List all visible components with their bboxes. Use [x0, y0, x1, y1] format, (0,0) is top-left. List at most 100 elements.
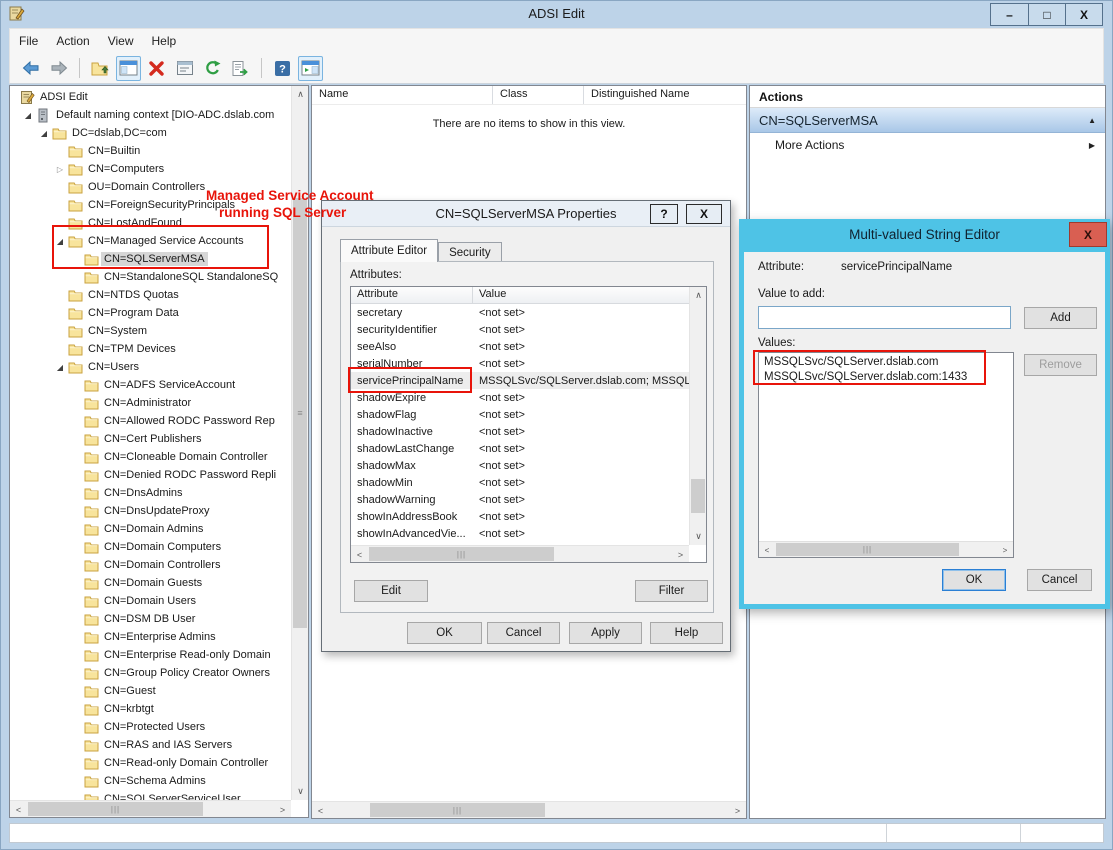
collapse-arrow-icon[interactable]: ◢ [36, 129, 52, 138]
collapse-caret-icon[interactable]: ▲ [1088, 116, 1096, 125]
tree-horizontal-scrollbar[interactable]: < ||| > [10, 800, 291, 817]
scrollbar-thumb[interactable]: ||| [370, 803, 545, 817]
collapse-arrow-icon[interactable]: ◢ [20, 111, 36, 120]
tree-item[interactable]: CN=SQLServerMSA [10, 250, 291, 268]
remove-button[interactable]: Remove [1024, 354, 1097, 376]
scroll-up-icon[interactable]: ∧ [292, 86, 309, 103]
tree-item[interactable]: CN=Denied RODC Password Repli [10, 466, 291, 484]
filter-button[interactable]: Filter [635, 580, 708, 602]
tree-item[interactable]: CN=DSM DB User [10, 610, 291, 628]
export-list-icon[interactable] [228, 56, 253, 81]
tree-item[interactable]: CN=Domain Guests [10, 574, 291, 592]
tree-item[interactable]: CN=SQLServerServiceUser [10, 790, 291, 800]
tree-item[interactable]: CN=Domain Admins [10, 520, 291, 538]
close-button[interactable]: X [1065, 4, 1102, 25]
tree-item[interactable]: CN=krbtgt [10, 700, 291, 718]
actions-group-bar[interactable]: CN=SQLServerMSA ▲ [750, 108, 1105, 133]
tree-item[interactable]: CN=System [10, 322, 291, 340]
tree-item[interactable]: CN=Domain Computers [10, 538, 291, 556]
scroll-down-icon[interactable]: ∨ [292, 783, 309, 800]
tree-item[interactable]: CN=Enterprise Read-only Domain [10, 646, 291, 664]
values-horizontal-scrollbar[interactable]: < ||| > [759, 541, 1013, 557]
scroll-left-icon[interactable]: < [759, 542, 775, 558]
forward-arrow-icon[interactable] [46, 56, 71, 81]
scroll-left-icon[interactable]: < [351, 546, 368, 563]
scroll-left-icon[interactable]: < [10, 801, 27, 818]
menu-file[interactable]: File [10, 29, 47, 53]
attribute-row[interactable]: shadowWarning<not set> [351, 491, 689, 508]
tree-item[interactable]: CN=Read-only Domain Controller [10, 754, 291, 772]
dialog-help-button[interactable]: ? [650, 204, 678, 224]
tree-item[interactable]: CN=Protected Users [10, 718, 291, 736]
tree-item[interactable]: CN=Builtin [10, 142, 291, 160]
attribute-row[interactable]: shadowExpire<not set> [351, 389, 689, 406]
tab-security[interactable]: Security [438, 242, 502, 262]
attribute-row[interactable]: shadowFlag<not set> [351, 406, 689, 423]
tree-item[interactable]: CN=Allowed RODC Password Rep [10, 412, 291, 430]
maximize-button[interactable]: □ [1028, 4, 1065, 25]
column-header-attribute[interactable]: Attribute [351, 287, 473, 303]
mvse-close-button[interactable]: X [1069, 222, 1107, 247]
tree-item[interactable]: CN=DnsUpdateProxy [10, 502, 291, 520]
tree-item[interactable]: CN=Cloneable Domain Controller [10, 448, 291, 466]
refresh-icon[interactable] [200, 56, 225, 81]
scrollbar-thumb[interactable]: ||| [776, 543, 959, 556]
tree-item[interactable]: ADSI Edit [10, 88, 291, 106]
action-pane-toggle-icon[interactable] [298, 56, 323, 81]
value-to-add-input[interactable] [758, 306, 1011, 329]
dialog-close-button[interactable]: X [686, 204, 722, 224]
collapse-arrow-icon[interactable]: ◢ [52, 237, 68, 246]
tree-item[interactable]: CN=Domain Users [10, 592, 291, 610]
column-header-name[interactable]: Name [312, 86, 493, 104]
tree-item[interactable]: ▷CN=Computers [10, 160, 291, 178]
menu-view[interactable]: View [99, 29, 143, 53]
attribute-row[interactable]: seeAlso<not set> [351, 338, 689, 355]
list-horizontal-scrollbar[interactable]: < ||| > [312, 801, 746, 818]
tree-item[interactable]: CN=Domain Controllers [10, 556, 291, 574]
parent-folder-icon[interactable] [88, 56, 113, 81]
properties-icon[interactable] [172, 56, 197, 81]
tree-item[interactable]: CN=Schema Admins [10, 772, 291, 790]
scroll-up-icon[interactable]: ∧ [690, 287, 707, 304]
scrollbar-thumb[interactable]: ≡ [293, 198, 307, 628]
tree-item[interactable]: CN=DnsAdmins [10, 484, 291, 502]
scroll-right-icon[interactable]: > [997, 542, 1013, 558]
tab-attribute-editor[interactable]: Attribute Editor [340, 239, 438, 262]
attribute-row[interactable]: servicePrincipalNameMSSQLSvc/SQLServer.d… [351, 372, 689, 389]
scroll-right-icon[interactable]: > [729, 802, 746, 819]
delete-icon[interactable] [144, 56, 169, 81]
ok-button[interactable]: OK [407, 622, 482, 644]
tree-item[interactable]: CN=Group Policy Creator Owners [10, 664, 291, 682]
help-button[interactable]: Help [650, 622, 723, 644]
value-item[interactable]: MSSQLSvc/SQLServer.dslab.com [759, 355, 1013, 370]
expand-arrow-icon[interactable]: ▷ [52, 165, 68, 174]
value-item[interactable]: MSSQLSvc/SQLServer.dslab.com:1433 [759, 370, 1013, 385]
tree-item[interactable]: CN=Guest [10, 682, 291, 700]
values-listbox[interactable]: MSSQLSvc/SQLServer.dslab.comMSSQLSvc/SQL… [758, 352, 1014, 558]
tree-item[interactable]: CN=Program Data [10, 304, 291, 322]
scroll-right-icon[interactable]: > [274, 801, 291, 818]
attribute-row[interactable]: showInAdvancedVie...<not set> [351, 525, 689, 542]
tree-item[interactable]: ◢CN=Users [10, 358, 291, 376]
menu-action[interactable]: Action [47, 29, 98, 53]
tree-item[interactable]: ◢CN=Managed Service Accounts [10, 232, 291, 250]
column-header-class[interactable]: Class [493, 86, 584, 104]
attribute-row[interactable]: shadowMin<not set> [351, 474, 689, 491]
attribute-row[interactable]: shadowMax<not set> [351, 457, 689, 474]
attributes-vertical-scrollbar[interactable]: ∧ ∨ [689, 287, 706, 545]
scroll-right-icon[interactable]: > [672, 546, 689, 563]
tree-item[interactable]: CN=StandaloneSQL StandaloneSQ [10, 268, 291, 286]
tree-item[interactable]: CN=NTDS Quotas [10, 286, 291, 304]
tree-item[interactable]: CN=TPM Devices [10, 340, 291, 358]
tree-item[interactable]: CN=Enterprise Admins [10, 628, 291, 646]
tree-item[interactable]: CN=Cert Publishers [10, 430, 291, 448]
column-header-value[interactable]: Value [473, 287, 689, 303]
scrollbar-thumb[interactable]: ||| [28, 802, 203, 816]
cancel-button[interactable]: Cancel [487, 622, 560, 644]
mvse-ok-button[interactable]: OK [942, 569, 1006, 591]
collapse-arrow-icon[interactable]: ◢ [52, 363, 68, 372]
scrollbar-thumb[interactable] [691, 479, 705, 513]
mvse-cancel-button[interactable]: Cancel [1027, 569, 1092, 591]
scroll-left-icon[interactable]: < [312, 802, 329, 819]
tree-item[interactable]: CN=RAS and IAS Servers [10, 736, 291, 754]
